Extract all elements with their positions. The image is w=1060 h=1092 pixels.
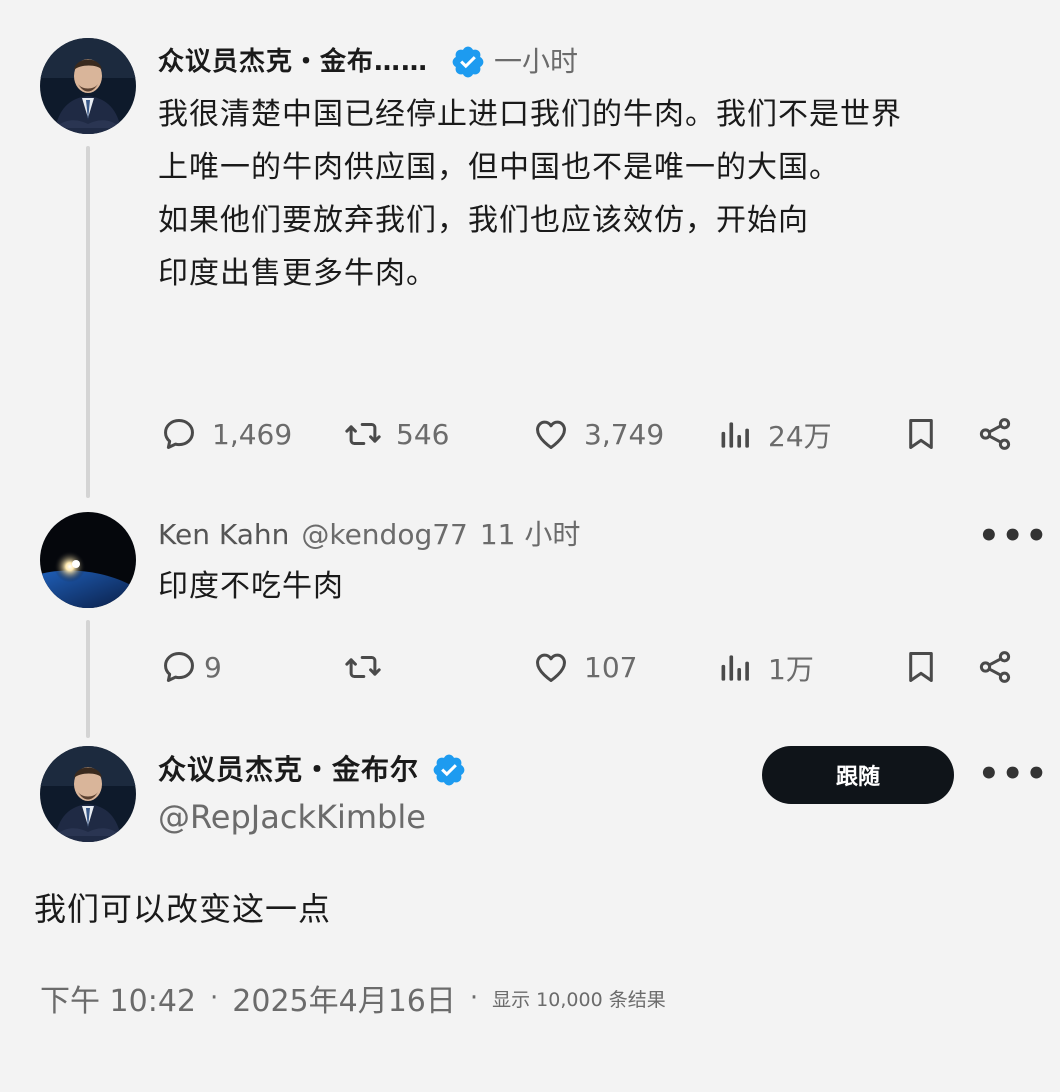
author-name[interactable]: Ken Kahn — [158, 518, 289, 552]
like-icon — [532, 415, 570, 453]
bookmark-button[interactable] — [902, 415, 940, 453]
repost-count: 546 — [396, 417, 450, 451]
repost-button[interactable]: 546 — [344, 415, 449, 453]
reply-count: 1,469 — [212, 417, 293, 451]
avatar[interactable] — [40, 38, 136, 134]
thread-line — [86, 620, 90, 738]
like-count: 3,749 — [584, 417, 665, 451]
bookmark-icon — [902, 415, 940, 453]
verified-icon — [450, 44, 486, 80]
repost-icon — [344, 648, 382, 686]
separator-dot: · — [210, 983, 219, 1013]
views-count: 1万 — [768, 653, 814, 686]
post-time: 一小时 — [494, 45, 579, 78]
reply-count: 9 — [204, 650, 222, 684]
share-button[interactable] — [976, 415, 1014, 453]
author-handle[interactable]: @kendog77 — [301, 518, 468, 552]
author-name[interactable]: 众议员杰克・金布尔 — [158, 753, 419, 787]
separator-dot: · — [469, 983, 479, 1013]
share-icon — [976, 648, 1014, 686]
follow-button[interactable]: 跟随 — [762, 746, 954, 804]
reply-button[interactable]: 1,469 — [160, 415, 292, 453]
views-button[interactable]: 24万 — [716, 415, 832, 455]
post-date[interactable]: 2025年4月16日 — [232, 976, 456, 1020]
thread-line — [86, 146, 90, 498]
share-icon — [976, 415, 1014, 453]
post-meta: 下午 10:42 · 2025年4月16日 · 显示 10,000 条结果 — [40, 976, 666, 1020]
avatar[interactable] — [40, 746, 136, 842]
views-summary[interactable]: 显示 10,000 条结果 — [492, 985, 666, 1012]
post-text-line: 印度出售更多牛肉。 — [158, 256, 437, 291]
more-icon[interactable]: ••• — [978, 757, 1049, 791]
post-time: 11 小时 — [479, 518, 581, 551]
post-time[interactable]: 下午 10:42 — [40, 976, 196, 1020]
more-icon[interactable]: ••• — [978, 519, 1049, 553]
repost-button[interactable] — [344, 648, 382, 686]
post-text-line: 印度不吃牛肉 — [158, 569, 344, 604]
author-name[interactable]: 众议员杰克・金布…… — [158, 45, 428, 79]
post-text: 我很清楚中国已经停止进口我们的牛肉。我们不是世界 上唯一的牛肉供应国，但中国也不… — [158, 88, 902, 300]
post-text-line: 如果他们要放弃我们，我们也应该效仿，开始向 — [158, 203, 809, 238]
tweet-thread: 众议员杰克・金布…… 一小时 我很清楚中国已经停止进口我们的牛肉。我们不是世界 … — [0, 0, 1060, 1092]
post-text: 我们可以改变这一点 — [34, 890, 332, 928]
reply-button[interactable]: 9 — [160, 648, 222, 686]
avatar[interactable] — [40, 512, 136, 608]
like-button[interactable]: 107 — [532, 648, 637, 686]
post-text-line: 我很清楚中国已经停止进口我们的牛肉。我们不是世界 — [158, 97, 902, 132]
views-icon — [716, 416, 754, 454]
reply-icon — [160, 415, 198, 453]
verified-icon — [431, 752, 467, 788]
bookmark-button[interactable] — [902, 648, 940, 686]
post-header: 众议员杰克・金布…… 一小时 — [158, 44, 578, 80]
post-text: 印度不吃牛肉 — [158, 560, 344, 613]
bookmark-icon — [902, 648, 940, 686]
views-button[interactable]: 1万 — [716, 648, 814, 688]
like-button[interactable]: 3,749 — [532, 415, 664, 453]
post-text-line: 上唯一的牛肉供应国，但中国也不是唯一的大国。 — [158, 150, 840, 185]
reply-icon — [160, 648, 198, 686]
views-count: 24万 — [768, 420, 832, 453]
views-icon — [716, 649, 754, 687]
post-header: 众议员杰克・金布尔 — [158, 752, 467, 788]
repost-icon — [344, 415, 382, 453]
author-handle[interactable]: @RepJackKimble — [158, 798, 426, 836]
like-count: 107 — [584, 650, 638, 684]
share-button[interactable] — [976, 648, 1014, 686]
like-icon — [532, 648, 570, 686]
post-header: Ken Kahn @kendog77 11 小时 — [158, 518, 580, 552]
